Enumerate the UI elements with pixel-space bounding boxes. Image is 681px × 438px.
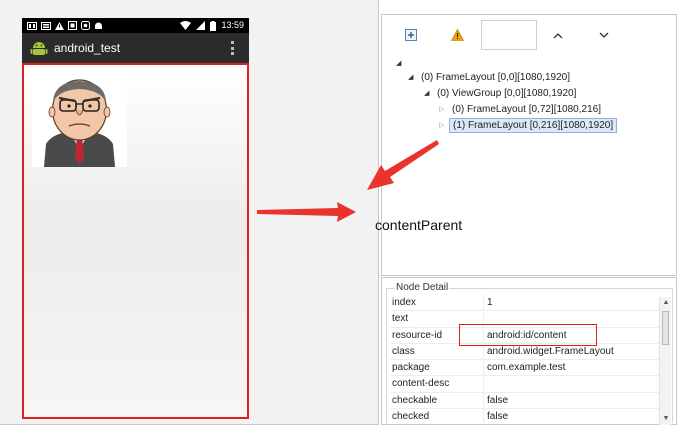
app-notification-icon-2 (81, 21, 90, 30)
collapsed-arrow-icon[interactable]: ▷ (439, 118, 449, 133)
screenshot-pane[interactable]: 13:59 android_test (0, 0, 379, 425)
sim-icon-2 (41, 21, 51, 30)
screen: 13:59 android_test ◢ ◢ (0) FrameLayout [… (0, 0, 681, 438)
warning-icon (450, 29, 464, 41)
chevron-down-icon (599, 32, 609, 38)
tree-node-label: (0) FrameLayout [0,0][1080,1920] (421, 72, 570, 83)
content-parent-frame[interactable] (22, 63, 249, 419)
expand-all-button[interactable] (403, 27, 419, 43)
overflow-menu-icon[interactable] (231, 41, 235, 55)
tree-node-framelayout-actionbar[interactable]: ▷ (0) FrameLayout [0,72][1080,216] (439, 102, 604, 117)
status-bar-system: 13:59 (180, 18, 244, 33)
status-bar-notifications (27, 18, 103, 33)
boss-cartoon-image (32, 72, 127, 167)
table-row[interactable]: index 1 (390, 295, 660, 312)
tree-node-root-framelayout[interactable]: ◢ (0) FrameLayout [0,0][1080,1920] (408, 70, 573, 85)
node-detail-title: Node Detail (395, 282, 450, 293)
tree-node-framelayout-content[interactable]: ▷ (1) FrameLayout [0,216][1080,1920] (439, 118, 618, 133)
scroll-up-icon[interactable]: ▲ (660, 297, 672, 309)
toggle-nasa-button[interactable] (449, 27, 465, 43)
table-row[interactable]: package com.example.test (390, 360, 660, 377)
chevron-up-icon (553, 32, 563, 38)
expanded-arrow-icon[interactable]: ◢ (424, 86, 434, 101)
hierarchy-tree-pane[interactable]: ◢ ◢ (0) FrameLayout [0,0][1080,1920] ◢ (… (381, 14, 677, 276)
table-row[interactable]: checked false (390, 409, 660, 423)
expand-all-icon (405, 29, 417, 41)
resource-id-highlight (459, 324, 597, 346)
action-bar: android_test (22, 33, 249, 63)
table-row[interactable]: class android.widget.FrameLayout (390, 343, 660, 361)
status-bar: 13:59 (22, 18, 249, 33)
node-detail-table[interactable]: index 1 text resource-id android:id/conten… (390, 295, 660, 423)
status-time: 13:59 (221, 20, 244, 30)
tree-node-viewgroup[interactable]: ◢ (0) ViewGroup [0,0][1080,1920] (424, 86, 579, 101)
scroll-thumb[interactable] (662, 311, 669, 345)
detail-scrollbar[interactable]: ▲ ▼ (659, 297, 671, 425)
table-row[interactable]: content-desc (390, 376, 660, 393)
battery-icon (210, 20, 217, 31)
tree-node-label: (0) FrameLayout [0,72][1080,216] (452, 104, 601, 115)
android-notification-icon (95, 22, 102, 29)
content-parent-label: contentParent (375, 217, 463, 233)
tree-node-label: (1) FrameLayout [0,216][1080,1920] (449, 118, 618, 133)
wifi-icon (180, 21, 192, 30)
scroll-down-icon[interactable]: ▼ (660, 413, 672, 425)
device-screen[interactable]: 13:59 android_test (22, 18, 249, 419)
tree-node-label: (0) ViewGroup [0,0][1080,1920] (437, 88, 577, 99)
android-icon[interactable] (30, 39, 48, 57)
expanded-arrow-icon[interactable]: ◢ (408, 70, 418, 85)
next-match-button[interactable] (596, 27, 612, 43)
alert-icon (55, 21, 64, 30)
table-row[interactable]: checkable false (390, 392, 660, 410)
signal-icon (196, 21, 206, 30)
node-detail-pane: Node Detail index 1 text resource-id andro… (381, 277, 677, 425)
previous-match-button[interactable] (550, 27, 566, 43)
tree-root-expand-icon[interactable]: ◢ (396, 59, 401, 67)
collapsed-arrow-icon[interactable]: ▷ (439, 102, 449, 117)
app-title: android_test (54, 41, 121, 55)
search-field[interactable] (481, 20, 537, 50)
node-detail-group: Node Detail index 1 text resource-id andro… (386, 282, 673, 425)
app-notification-icon (68, 21, 77, 30)
sim-icon (27, 21, 37, 30)
